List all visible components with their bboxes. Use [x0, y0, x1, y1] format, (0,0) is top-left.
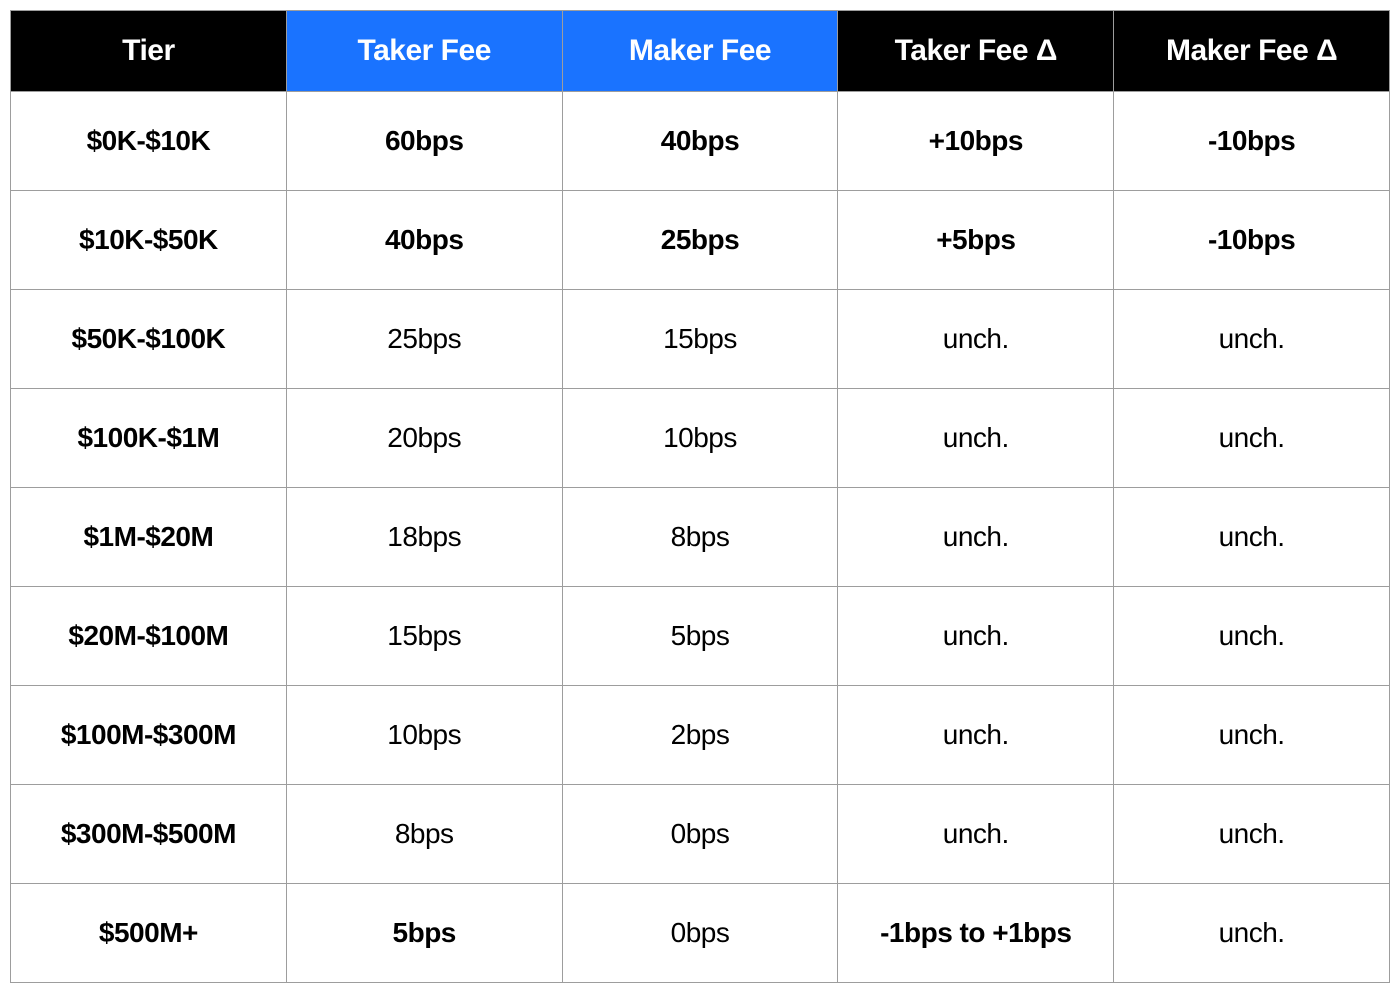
maker-fee-cell: 8bps — [562, 488, 838, 587]
taker-fee-delta-cell: unch. — [838, 785, 1114, 884]
taker-fee-delta-cell: unch. — [838, 686, 1114, 785]
table-row: $10K-$50K40bps25bps+5bps-10bps — [11, 191, 1390, 290]
tier-cell: $300M-$500M — [11, 785, 287, 884]
maker-fee-cell: 0bps — [562, 884, 838, 983]
table-row: $100M-$300M10bps2bpsunch.unch. — [11, 686, 1390, 785]
taker-fee-cell: 10bps — [286, 686, 562, 785]
maker-fee-cell: 5bps — [562, 587, 838, 686]
col-header-taker-fee-delta: Taker Fee Δ — [838, 11, 1114, 92]
table-body: $0K-$10K60bps40bps+10bps-10bps$10K-$50K4… — [11, 92, 1390, 983]
maker-fee-delta-cell: unch. — [1114, 884, 1390, 983]
table-row: $0K-$10K60bps40bps+10bps-10bps — [11, 92, 1390, 191]
taker-fee-cell: 15bps — [286, 587, 562, 686]
taker-fee-cell: 18bps — [286, 488, 562, 587]
maker-fee-delta-cell: -10bps — [1114, 92, 1390, 191]
maker-fee-cell: 15bps — [562, 290, 838, 389]
taker-fee-cell: 8bps — [286, 785, 562, 884]
tier-cell: $10K-$50K — [11, 191, 287, 290]
maker-fee-delta-cell: unch. — [1114, 587, 1390, 686]
maker-fee-cell: 25bps — [562, 191, 838, 290]
table-row: $100K-$1M20bps10bpsunch.unch. — [11, 389, 1390, 488]
maker-fee-cell: 0bps — [562, 785, 838, 884]
maker-fee-delta-cell: unch. — [1114, 290, 1390, 389]
maker-fee-delta-cell: -10bps — [1114, 191, 1390, 290]
maker-fee-delta-cell: unch. — [1114, 686, 1390, 785]
table-row: $300M-$500M8bps0bpsunch.unch. — [11, 785, 1390, 884]
tier-cell: $100M-$300M — [11, 686, 287, 785]
taker-fee-delta-cell: unch. — [838, 587, 1114, 686]
table-row: $50K-$100K25bps15bpsunch.unch. — [11, 290, 1390, 389]
taker-fee-delta-cell: -1bps to +1bps — [838, 884, 1114, 983]
maker-fee-cell: 2bps — [562, 686, 838, 785]
tier-cell: $1M-$20M — [11, 488, 287, 587]
fee-tier-table: Tier Taker Fee Maker Fee Taker Fee Δ Mak… — [10, 10, 1390, 983]
taker-fee-delta-cell: unch. — [838, 488, 1114, 587]
table-row: $500M+5bps0bps-1bps to +1bpsunch. — [11, 884, 1390, 983]
taker-fee-delta-cell: +5bps — [838, 191, 1114, 290]
table-header-row: Tier Taker Fee Maker Fee Taker Fee Δ Mak… — [11, 11, 1390, 92]
col-header-maker-fee: Maker Fee — [562, 11, 838, 92]
taker-fee-cell: 40bps — [286, 191, 562, 290]
table-row: $20M-$100M15bps5bpsunch.unch. — [11, 587, 1390, 686]
taker-fee-cell: 60bps — [286, 92, 562, 191]
maker-fee-cell: 10bps — [562, 389, 838, 488]
taker-fee-delta-cell: +10bps — [838, 92, 1114, 191]
table-row: $1M-$20M18bps8bpsunch.unch. — [11, 488, 1390, 587]
taker-fee-delta-cell: unch. — [838, 290, 1114, 389]
col-header-taker-fee: Taker Fee — [286, 11, 562, 92]
taker-fee-cell: 5bps — [286, 884, 562, 983]
maker-fee-delta-cell: unch. — [1114, 785, 1390, 884]
tier-cell: $500M+ — [11, 884, 287, 983]
col-header-tier: Tier — [11, 11, 287, 92]
tier-cell: $20M-$100M — [11, 587, 287, 686]
tier-cell: $0K-$10K — [11, 92, 287, 191]
table-header: Tier Taker Fee Maker Fee Taker Fee Δ Mak… — [11, 11, 1390, 92]
taker-fee-cell: 20bps — [286, 389, 562, 488]
taker-fee-cell: 25bps — [286, 290, 562, 389]
maker-fee-cell: 40bps — [562, 92, 838, 191]
maker-fee-delta-cell: unch. — [1114, 488, 1390, 587]
tier-cell: $50K-$100K — [11, 290, 287, 389]
taker-fee-delta-cell: unch. — [838, 389, 1114, 488]
tier-cell: $100K-$1M — [11, 389, 287, 488]
maker-fee-delta-cell: unch. — [1114, 389, 1390, 488]
col-header-maker-fee-delta: Maker Fee Δ — [1114, 11, 1390, 92]
